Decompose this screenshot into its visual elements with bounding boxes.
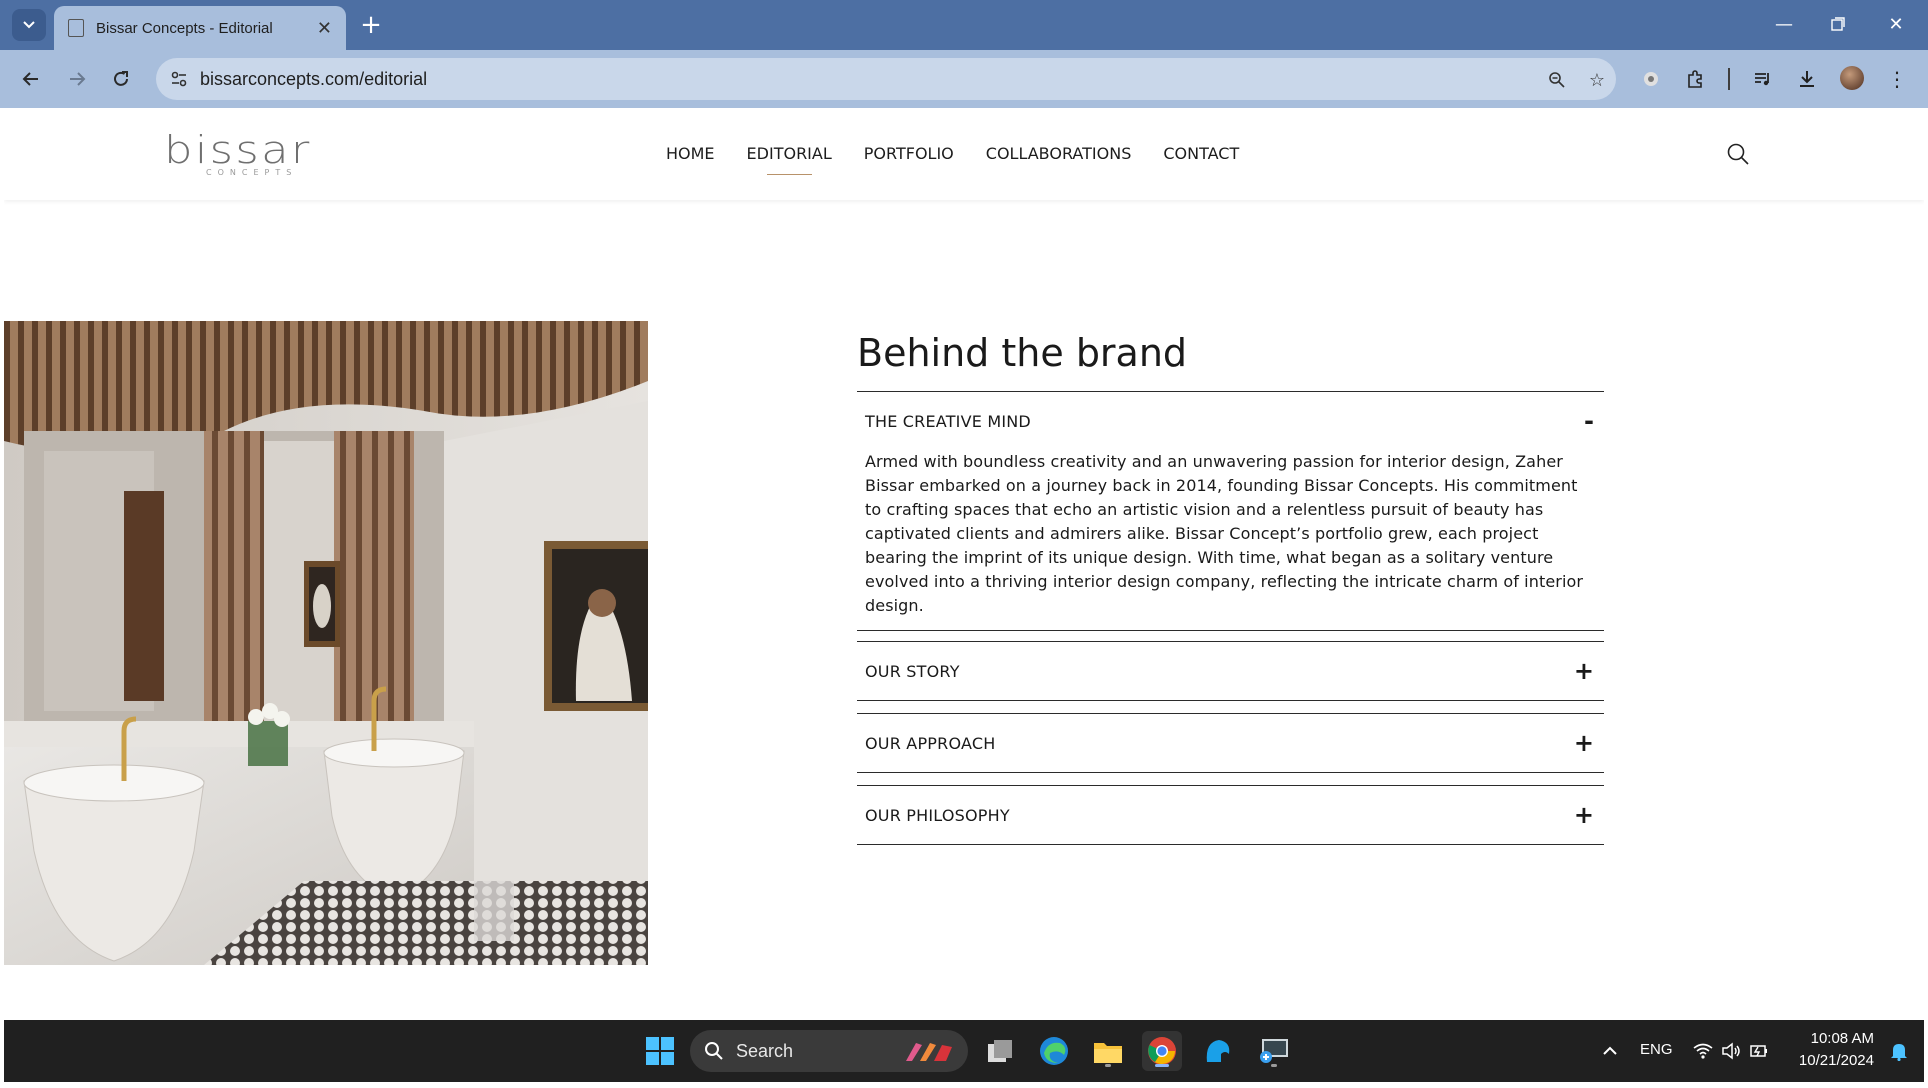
address-bar[interactable]: bissarconcepts.com/editorial ☆	[156, 58, 1616, 100]
nav-collaborations[interactable]: COLLABORATIONS	[986, 144, 1132, 175]
tab-title: Bissar Concepts - Editorial	[96, 19, 273, 37]
accordion-body-text: Armed with boundless creativity and an u…	[865, 452, 1584, 615]
chrome-icon[interactable]	[1142, 1031, 1182, 1071]
expand-plus-icon[interactable]: +	[1574, 729, 1594, 757]
new-tab-button[interactable]: +	[356, 10, 386, 40]
accordion-divider	[857, 844, 1604, 845]
page-favicon-icon	[68, 19, 84, 37]
tab-search-button[interactable]	[12, 9, 46, 41]
running-indicator	[1105, 1064, 1111, 1067]
download-icon[interactable]	[1792, 64, 1822, 94]
logo-wordmark: bissar	[164, 128, 312, 172]
accordion-title: THE CREATIVE MIND	[865, 411, 1031, 431]
language-indicator[interactable]: ENG	[1640, 1041, 1673, 1058]
toolbar-divider	[1728, 68, 1730, 90]
web-page: bissar CONCEPTS HOME EDITORIAL PORTFOLIO…	[4, 108, 1924, 1020]
collapse-minus-icon[interactable]: -	[1584, 407, 1594, 435]
search-icon[interactable]	[1726, 142, 1750, 166]
browser-menu-icon[interactable]: ⋮	[1882, 64, 1912, 94]
site-info-icon[interactable]	[168, 68, 190, 90]
reload-button[interactable]	[104, 62, 138, 96]
url-text: bissarconcepts.com/editorial	[200, 69, 428, 89]
accordion-header-creative-mind[interactable]: THE CREATIVE MIND -	[857, 392, 1604, 450]
browser-toolbar: bissarconcepts.com/editorial ☆ ⋮	[0, 50, 1928, 108]
wifi-icon[interactable]	[1688, 1031, 1718, 1071]
zoom-icon[interactable]	[1544, 67, 1570, 93]
expand-plus-icon[interactable]: +	[1574, 657, 1594, 685]
edge-browser-icon[interactable]	[1034, 1031, 1074, 1071]
accordion-item-our-approach: OUR APPROACH +	[857, 713, 1604, 772]
clock-time[interactable]: 10:08 AM	[1808, 1030, 1874, 1047]
forward-button[interactable]	[60, 62, 94, 96]
notification-bell-icon[interactable]	[1884, 1031, 1914, 1071]
nav-home[interactable]: HOME	[666, 144, 715, 175]
nav-contact[interactable]: CONTACT	[1163, 144, 1239, 175]
accordion-header-our-approach[interactable]: OUR APPROACH +	[857, 714, 1604, 772]
close-window-button[interactable]: ✕	[1876, 8, 1916, 40]
browser-tab-active[interactable]: Bissar Concepts - Editorial ✕	[54, 6, 346, 50]
accordion-item-our-story: OUR STORY +	[857, 641, 1604, 700]
nav-editorial[interactable]: EDITORIAL	[747, 144, 832, 175]
app-blue-icon[interactable]	[1198, 1031, 1238, 1071]
windows-taskbar: Search ENG 10:08 AM 10/21/2024	[4, 1020, 1924, 1082]
chevron-up-icon[interactable]	[1590, 1031, 1630, 1071]
remote-desktop-icon[interactable]	[1254, 1031, 1294, 1071]
task-view-icon[interactable]	[980, 1031, 1020, 1071]
active-app-indicator	[1155, 1064, 1169, 1067]
taskbar-search-box[interactable]: Search	[690, 1030, 968, 1072]
bathroom-interior-image	[4, 321, 648, 965]
search-icon	[705, 1042, 723, 1060]
nav-portfolio[interactable]: PORTFOLIO	[864, 144, 954, 175]
profile-avatar[interactable]	[1840, 66, 1864, 90]
expand-plus-icon[interactable]: +	[1574, 801, 1594, 829]
main-navigation: HOME EDITORIAL PORTFOLIO COLLABORATIONS …	[666, 144, 1271, 175]
bookmark-star-icon[interactable]: ☆	[1584, 67, 1610, 93]
restore-button[interactable]	[1818, 8, 1858, 40]
accordion-item-creative-mind: THE CREATIVE MIND - Armed with boundless…	[857, 391, 1604, 630]
tab-close-icon[interactable]: ✕	[317, 18, 332, 39]
accordion-header-our-philosophy[interactable]: OUR PHILOSOPHY +	[857, 786, 1604, 844]
media-controls-icon[interactable]	[1748, 64, 1778, 94]
site-header: bissar CONCEPTS HOME EDITORIAL PORTFOLIO…	[4, 108, 1924, 200]
browser-tab-strip: Bissar Concepts - Editorial ✕ + — ✕	[0, 0, 1928, 50]
brand-logo[interactable]: bissar CONCEPTS	[164, 131, 314, 180]
behind-the-brand-section: Behind the brand THE CREATIVE MIND - Arm…	[857, 321, 1604, 845]
extension-record-icon[interactable]	[1636, 64, 1666, 94]
extensions-puzzle-icon[interactable]	[1680, 64, 1710, 94]
accordion-item-our-philosophy: OUR PHILOSOPHY +	[857, 785, 1604, 844]
search-highlight-icon	[906, 1043, 952, 1061]
accordion-title: OUR APPROACH	[865, 733, 996, 753]
running-indicator	[1271, 1064, 1277, 1067]
section-heading: Behind the brand	[857, 331, 1188, 375]
taskbar-search-label: Search	[736, 1040, 794, 1061]
back-button[interactable]	[14, 62, 48, 96]
start-windows-icon[interactable]	[640, 1031, 680, 1071]
battery-icon[interactable]	[1744, 1031, 1774, 1071]
accordion-header-our-story[interactable]: OUR STORY +	[857, 642, 1604, 700]
volume-icon[interactable]	[1716, 1031, 1746, 1071]
minimize-button[interactable]: —	[1764, 8, 1804, 40]
accordion-title: OUR PHILOSOPHY	[865, 805, 1010, 825]
file-explorer-icon[interactable]	[1088, 1031, 1128, 1071]
clock-date[interactable]: 10/21/2024	[1794, 1052, 1874, 1069]
accordion-title: OUR STORY	[865, 661, 960, 681]
